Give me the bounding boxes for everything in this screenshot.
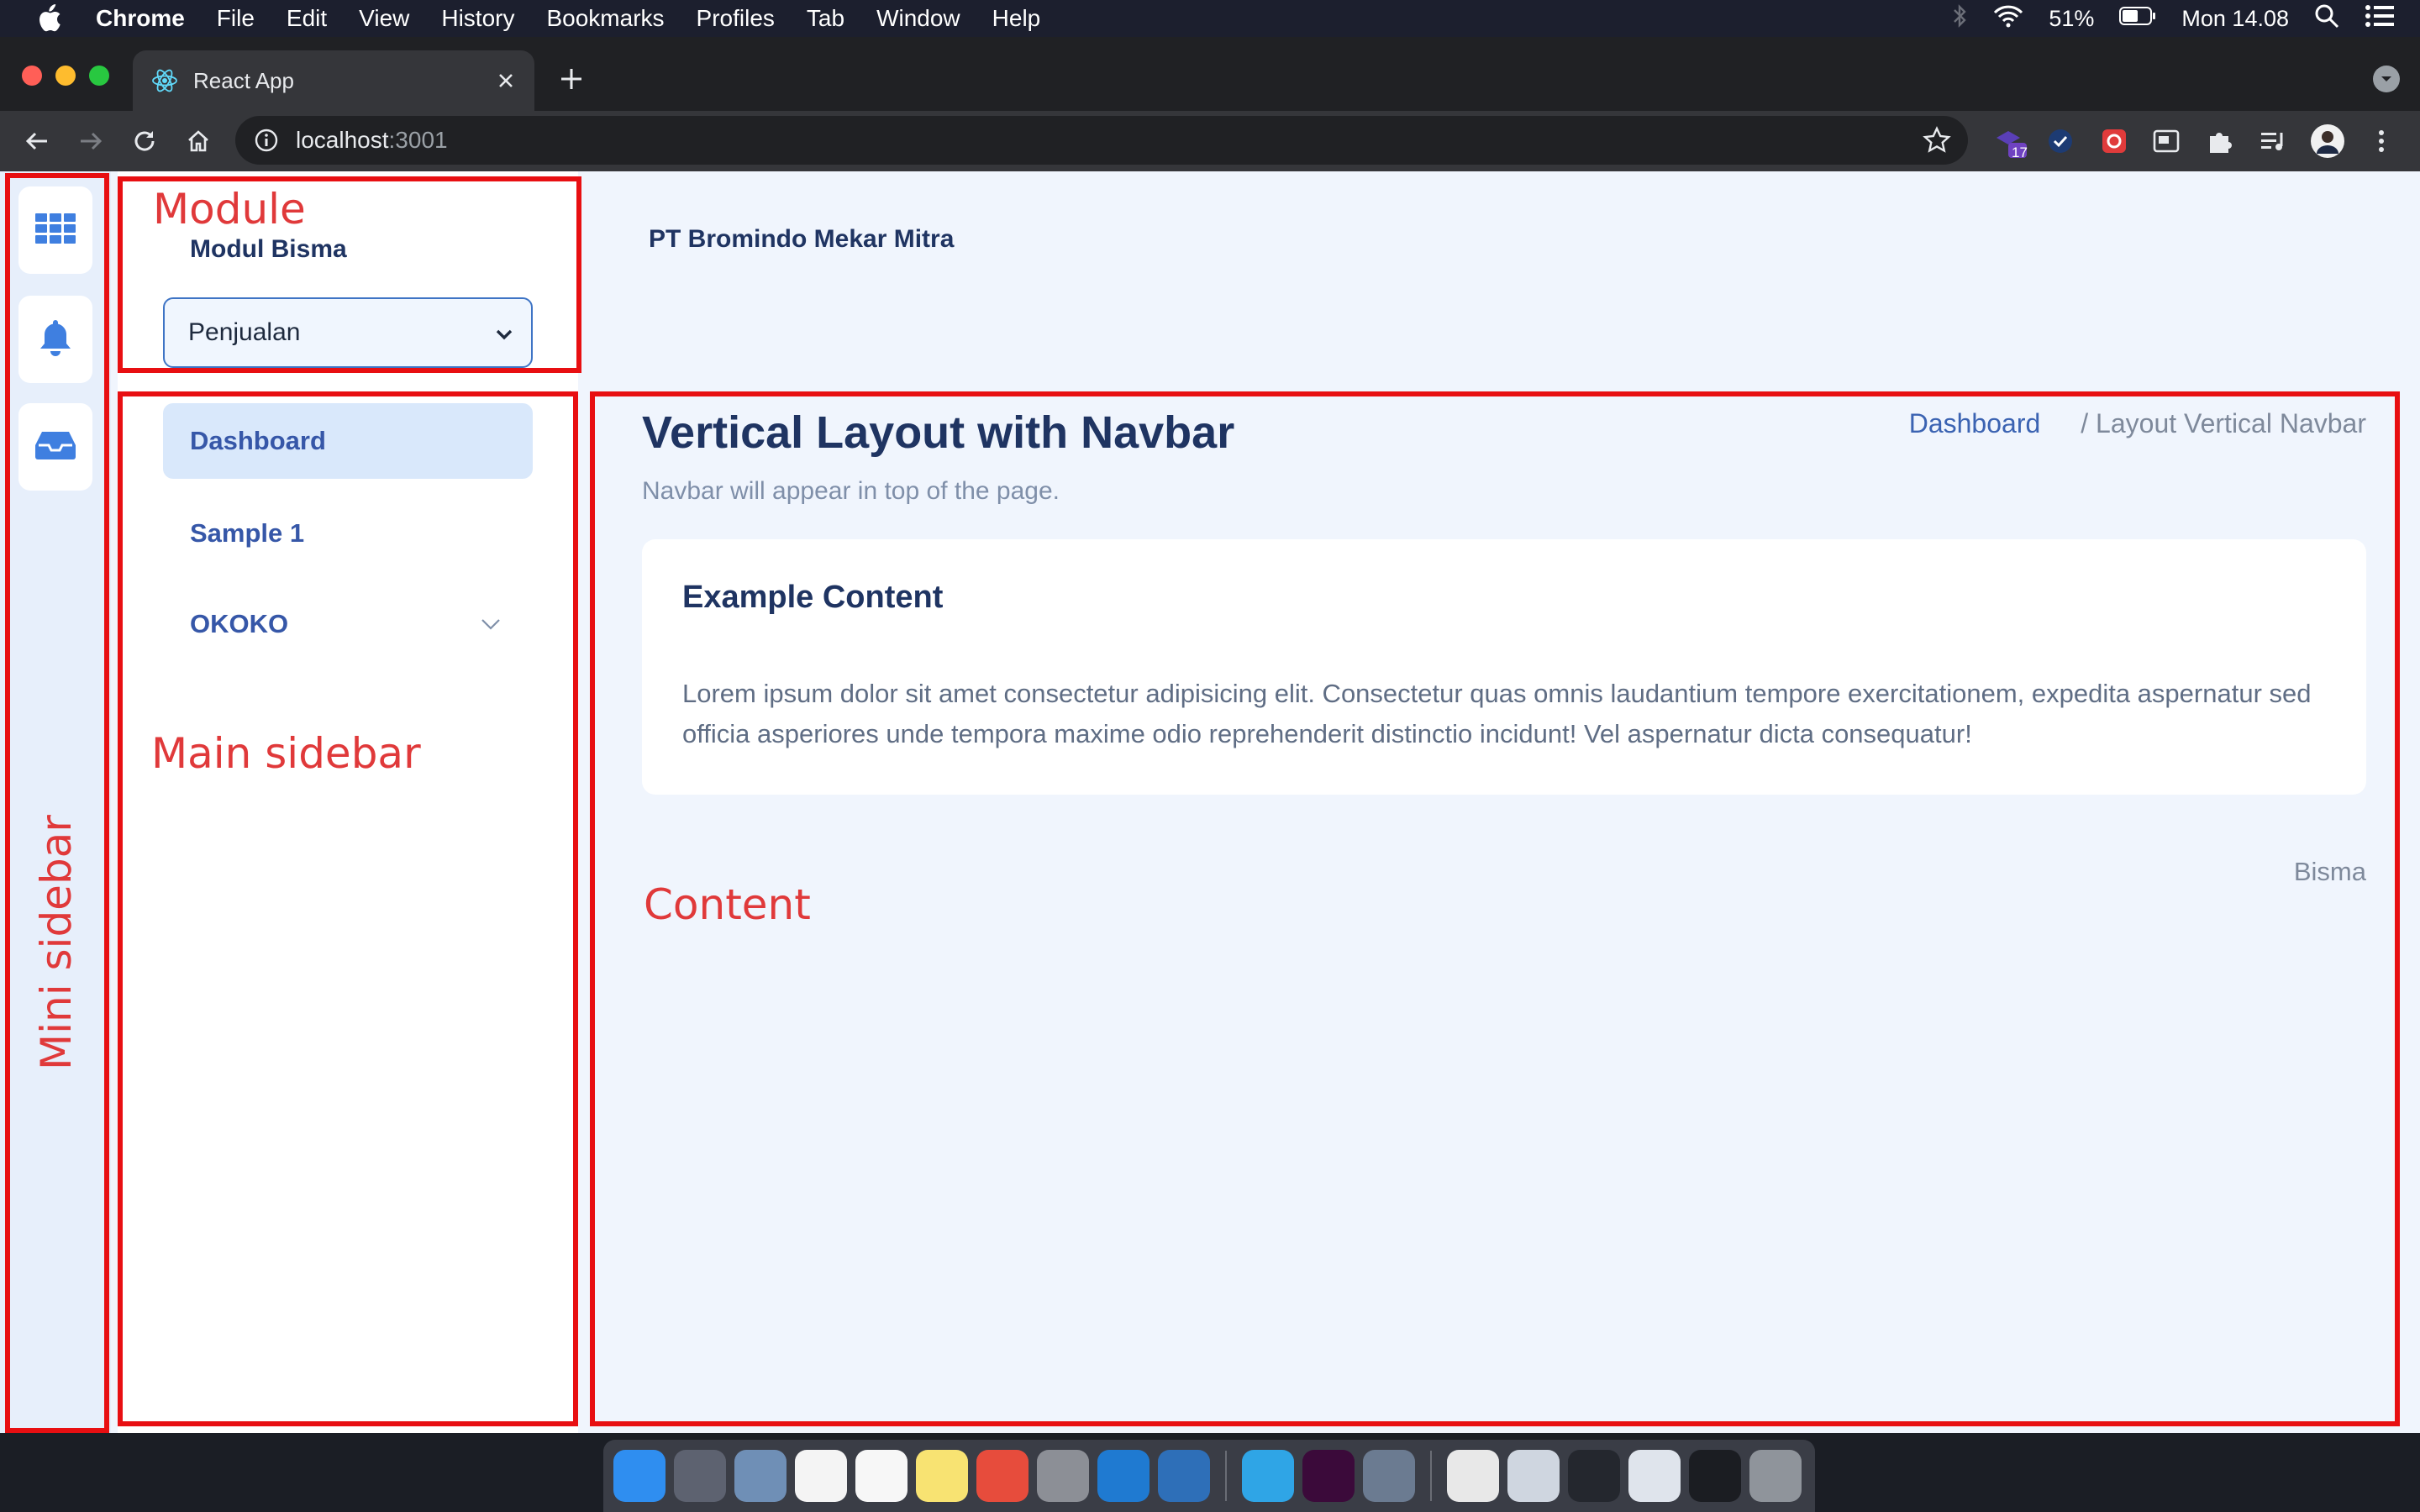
extension-badge-icon[interactable]: 17 <box>1991 123 2028 160</box>
macos-menubar: Chrome File Edit View History Bookmarks … <box>0 0 2420 37</box>
site-info-icon[interactable] <box>254 128 279 153</box>
window-thumbnail-icon[interactable] <box>1628 1450 1681 1502</box>
home-icon[interactable] <box>182 124 215 158</box>
window-thumbnail-icon[interactable] <box>1689 1450 1741 1502</box>
profile-avatar[interactable] <box>2309 123 2346 160</box>
wifi-icon[interactable] <box>1993 4 2023 34</box>
forward-icon[interactable] <box>74 124 108 158</box>
browser-tabstrip: React App <box>0 37 2420 111</box>
annotation-content-box <box>590 391 2400 1426</box>
app-icon[interactable] <box>734 1450 786 1502</box>
window-close-button[interactable] <box>22 66 42 86</box>
browser-tab[interactable]: React App <box>133 50 534 111</box>
menu-profiles[interactable]: Profiles <box>697 5 775 32</box>
back-icon[interactable] <box>20 124 54 158</box>
company-name: PT Bromindo Mekar Mitra <box>649 225 955 253</box>
dock-area <box>0 1433 2420 1512</box>
vscode-icon[interactable] <box>1097 1450 1150 1502</box>
menu-window[interactable]: Window <box>876 5 960 32</box>
document-icon[interactable] <box>1447 1450 1499 1502</box>
menu-history[interactable]: History <box>441 5 514 32</box>
menu-tab[interactable]: Tab <box>807 5 844 32</box>
checkmark-extension-icon[interactable] <box>2042 123 2079 160</box>
menu-edit[interactable]: Edit <box>287 5 327 32</box>
macos-dock <box>603 1440 1815 1512</box>
preview-icon[interactable] <box>1363 1450 1415 1502</box>
extension-badge-count: 17 <box>2012 144 2028 160</box>
menubar-clock[interactable]: Mon 14.08 <box>2181 6 2289 32</box>
tab-close-icon[interactable] <box>489 64 523 97</box>
media-controls-icon[interactable] <box>2255 123 2292 160</box>
window-zoom-button[interactable] <box>89 66 109 86</box>
chrome-icon[interactable] <box>976 1450 1028 1502</box>
url-host: localhost <box>296 127 389 153</box>
extensions-puzzle-icon[interactable] <box>2202 123 2238 160</box>
dock-separator <box>1430 1451 1432 1501</box>
bookmark-star-icon[interactable] <box>1923 126 1951 155</box>
battery-percent: 51% <box>2049 5 2095 31</box>
adobe-xd-icon[interactable] <box>1302 1450 1355 1502</box>
window-thumbnail-icon[interactable] <box>1568 1450 1620 1502</box>
app-icon[interactable] <box>1158 1450 1210 1502</box>
annotation-module-label: Module <box>153 185 306 234</box>
red-extension-icon[interactable] <box>2096 123 2133 160</box>
menu-file[interactable]: File <box>217 5 255 32</box>
page-viewport: Modul Bisma Penjualan Dashboard Sample 1… <box>0 171 2420 1433</box>
tab-title: React App <box>193 67 294 93</box>
dock-separator <box>1225 1451 1227 1501</box>
annotation-main-sidebar-box <box>118 391 578 1426</box>
menu-view[interactable]: View <box>359 5 409 32</box>
annotation-mini-sidebar-label: Mini sidebar <box>32 815 81 1070</box>
spotlight-search-icon[interactable] <box>2314 3 2339 34</box>
control-center-icon[interactable] <box>2365 4 2395 34</box>
finder-icon[interactable] <box>613 1450 666 1502</box>
launchpad-icon[interactable] <box>674 1450 726 1502</box>
new-tab-icon[interactable] <box>555 62 588 96</box>
tab-search-icon[interactable] <box>2373 66 2400 92</box>
reminders-icon[interactable] <box>855 1450 908 1502</box>
address-bar[interactable]: localhost :3001 <box>235 116 1968 165</box>
calendar-icon[interactable] <box>795 1450 847 1502</box>
browser-toolbar: localhost :3001 17 <box>0 111 2420 171</box>
chrome-menu-icon[interactable] <box>2363 123 2400 160</box>
menu-help[interactable]: Help <box>992 5 1041 32</box>
system-preferences-icon[interactable] <box>1037 1450 1089 1502</box>
apple-icon[interactable] <box>32 2 66 35</box>
annotation-content-label: Content <box>644 880 811 929</box>
notes-icon[interactable] <box>916 1450 968 1502</box>
annotation-mini-sidebar-box <box>5 173 109 1433</box>
menu-app-name[interactable]: Chrome <box>96 5 185 32</box>
menu-bookmarks[interactable]: Bookmarks <box>546 5 664 32</box>
window-thumbnail-icon[interactable] <box>1507 1450 1560 1502</box>
react-favicon-icon <box>151 67 178 94</box>
safari-icon[interactable] <box>1242 1450 1294 1502</box>
picture-in-picture-icon[interactable] <box>2148 123 2185 160</box>
url-port: :3001 <box>388 127 448 153</box>
battery-icon[interactable] <box>2119 5 2156 32</box>
window-minimize-button[interactable] <box>55 66 76 86</box>
bluetooth-icon[interactable] <box>1951 3 1968 34</box>
reload-icon[interactable] <box>128 124 161 158</box>
trash-icon[interactable] <box>1749 1450 1802 1502</box>
annotation-main-sidebar-label: Main sidebar <box>151 729 421 778</box>
